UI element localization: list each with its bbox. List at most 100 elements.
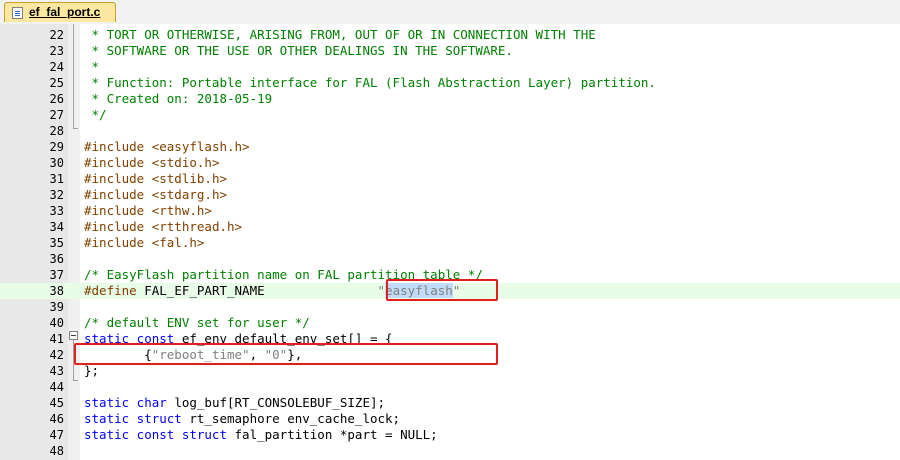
code-token: * TORT OR OTHERWISE, ARISING FROM, OUT O… — [84, 27, 596, 42]
tab-bar: ef_fal_port.c — [0, 0, 900, 25]
code-token: * Created on: 2018-05-19 — [84, 91, 273, 106]
code-text[interactable]: #include <stdio.h> — [84, 155, 219, 171]
line-number: 42 — [49, 348, 64, 362]
line-number: 25 — [49, 76, 64, 90]
c-file-icon — [12, 7, 23, 19]
highlight-box-env — [74, 343, 498, 365]
code-token: static char — [84, 395, 175, 410]
code-token: * SOFTWARE OR THE USE OR OTHER DEALINGS … — [84, 43, 513, 58]
code-token: #include — [84, 235, 152, 250]
code-text[interactable]: #include <stdarg.h> — [84, 187, 227, 203]
highlight-box-define — [386, 279, 498, 301]
line-number: 39 — [49, 300, 64, 314]
code-text[interactable]: static const struct fal_partition *part … — [84, 427, 438, 443]
line-number: 33 — [49, 204, 64, 218]
code-text[interactable]: static char log_buf[RT_CONSOLEBUF_SIZE]; — [84, 395, 385, 411]
code-text[interactable]: */ — [84, 107, 107, 123]
code-token: */ — [84, 107, 107, 122]
line-number: 44 — [49, 380, 64, 394]
code-token: <fal.h> — [151, 235, 205, 250]
code-line[interactable]: 47 static const struct fal_partition *par… — [0, 427, 900, 443]
line-number: 37 — [49, 268, 64, 282]
line-number: 48 — [49, 444, 64, 458]
line-number: 38 — [49, 284, 64, 298]
code-token: log_buf[RT_CONSOLEBUF_SIZE]; — [174, 395, 386, 410]
line-number: 27 — [49, 108, 64, 122]
line-number: 36 — [49, 252, 64, 266]
code-line[interactable]: 34 #include <rtthread.h> — [0, 219, 900, 235]
code-text[interactable]: * Function: Portable interface for FAL (… — [84, 75, 656, 91]
code-text[interactable]: #include <fal.h> — [84, 235, 204, 251]
code-line[interactable]: 36 — [0, 251, 900, 267]
code-token: #include — [84, 155, 152, 170]
code-text[interactable]: #include <rtthread.h> — [84, 219, 242, 235]
code-token: " — [377, 283, 386, 298]
code-line[interactable]: 44 — [0, 379, 900, 395]
code-line[interactable]: 27 */ — [0, 107, 900, 123]
code-text[interactable]: * Created on: 2018-05-19 — [84, 91, 273, 107]
code-text[interactable]: #include <stdlib.h> — [84, 171, 227, 187]
line-number: 32 — [49, 188, 64, 202]
line-number: 40 — [49, 316, 64, 330]
code-line[interactable]: 25 * Function: Portable interface for FA… — [0, 75, 900, 91]
code-token: rt_semaphore env_cache_lock; — [189, 411, 401, 426]
code-line[interactable]: 26 * Created on: 2018-05-19 — [0, 91, 900, 107]
code-line[interactable]: 23 * SOFTWARE OR THE USE OR OTHER DEALIN… — [0, 43, 900, 59]
code-token: #define — [84, 283, 145, 298]
code-token: static struct — [84, 411, 190, 426]
line-number: 24 — [49, 60, 64, 74]
code-token: * — [84, 59, 100, 74]
code-token: /* default ENV set for user */ — [84, 315, 310, 330]
code-line[interactable]: 40 /* default ENV set for user */ — [0, 315, 900, 331]
code-token: #include — [84, 203, 152, 218]
code-token: <rthw.h> — [151, 203, 212, 218]
code-text[interactable]: static struct rt_semaphore env_cache_loc… — [84, 411, 400, 427]
code-token: }; — [84, 363, 100, 378]
line-number: 45 — [49, 396, 64, 410]
line-number: 28 — [49, 124, 64, 138]
code-line[interactable]: 28 — [0, 123, 900, 139]
code-token: FAL_EF_PART_NAME — [144, 283, 378, 298]
line-number: 35 — [49, 236, 64, 250]
line-number: 34 — [49, 220, 64, 234]
code-line[interactable]: 29 #include <easyflash.h> — [0, 139, 900, 155]
line-number: 30 — [49, 156, 64, 170]
code-token: #include — [84, 219, 152, 234]
code-token: <stdarg.h> — [151, 187, 227, 202]
line-number: 41 — [49, 332, 64, 346]
code-line[interactable]: 30 #include <stdio.h> — [0, 155, 900, 171]
code-line[interactable]: 43}; — [0, 363, 900, 379]
code-line[interactable]: 31 #include <stdlib.h> — [0, 171, 900, 187]
file-tab-label: ef_fal_port.c — [29, 5, 101, 19]
code-text[interactable]: * — [84, 59, 100, 75]
line-number: 29 — [49, 140, 64, 154]
code-text[interactable]: * SOFTWARE OR THE USE OR OTHER DEALINGS … — [84, 43, 513, 59]
code-token: #include — [84, 171, 152, 186]
line-number: 26 — [49, 92, 64, 106]
code-text[interactable]: #include <rthw.h> — [84, 203, 212, 219]
line-number: 47 — [49, 428, 64, 442]
code-token: * Function: Portable interface for FAL (… — [84, 75, 656, 90]
code-line[interactable]: 24 * — [0, 59, 900, 75]
code-line[interactable]: 35 #include <fal.h> — [0, 235, 900, 251]
code-token: #include — [84, 187, 152, 202]
code-line[interactable]: 45 static char log_buf[RT_CONSOLEBUF_SIZE… — [0, 395, 900, 411]
code-text[interactable]: * TORT OR OTHERWISE, ARISING FROM, OUT O… — [84, 27, 596, 43]
code-token: <rtthread.h> — [151, 219, 243, 234]
code-line[interactable]: 33 #include <rthw.h> — [0, 203, 900, 219]
code-text[interactable]: }; — [84, 363, 99, 379]
code-text[interactable]: /* default ENV set for user */ — [84, 315, 310, 331]
file-tab[interactable]: ef_fal_port.c — [4, 2, 116, 22]
code-token: #include — [84, 139, 152, 154]
code-token: <easyflash.h> — [151, 139, 250, 154]
code-line[interactable]: 22 * TORT OR OTHERWISE, ARISING FROM, OU… — [0, 27, 900, 43]
code-line[interactable]: 32 #include <stdarg.h> — [0, 187, 900, 203]
code-token: static const struct — [84, 427, 235, 442]
code-text[interactable]: #include <easyflash.h> — [84, 139, 250, 155]
code-editor[interactable]: 22 * TORT OR OTHERWISE, ARISING FROM, OU… — [0, 24, 900, 460]
code-token: <stdio.h> — [151, 155, 220, 170]
code-line[interactable]: 48 — [0, 443, 900, 459]
code-line[interactable]: 39 — [0, 299, 900, 315]
code-line[interactable]: 46 static struct rt_semaphore env_cache_l… — [0, 411, 900, 427]
line-number: 31 — [49, 172, 64, 186]
